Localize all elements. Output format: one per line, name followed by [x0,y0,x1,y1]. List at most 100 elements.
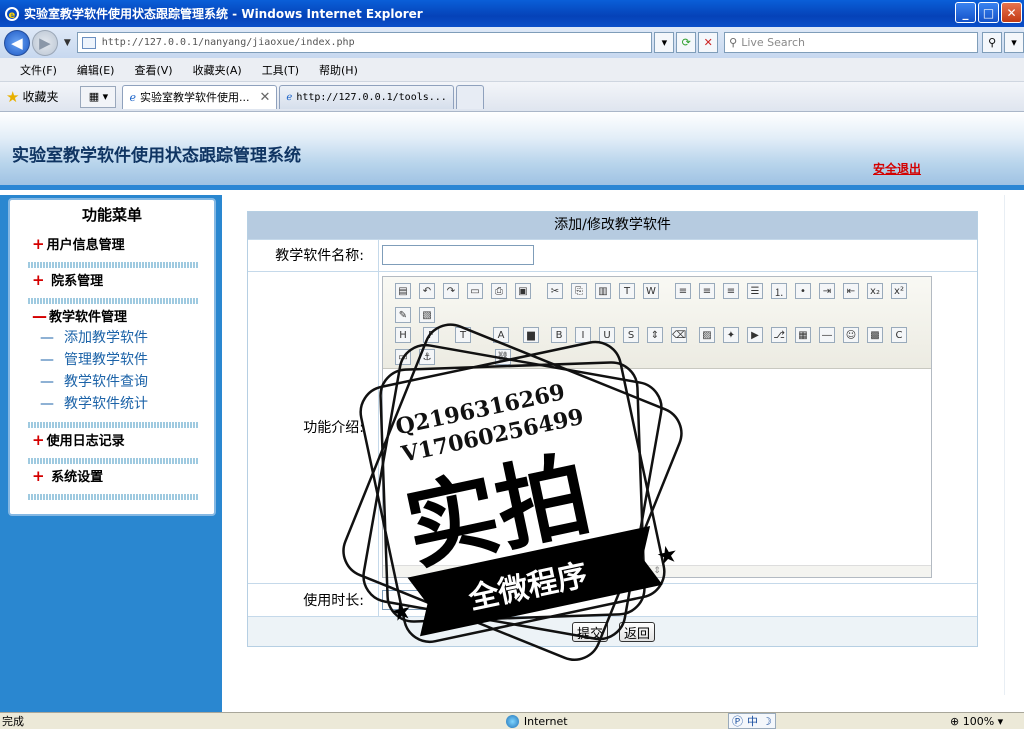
picture-icon[interactable]: ▩ [867,327,883,343]
subscript-icon[interactable]: x₂ [867,283,883,299]
search-input[interactable]: ⚲ Live Search [724,32,979,53]
menu-view[interactable]: 查看(V) [134,62,172,78]
source-icon[interactable]: ▤ [395,283,411,299]
menu-item-label: 教学软件查询 [64,374,148,390]
attachment-icon[interactable]: ⎇ [771,327,787,343]
history-dropdown-icon[interactable]: ▼ [64,38,71,48]
ordered-list-icon[interactable]: ⒈ [771,283,787,299]
menu-item-stats-software[interactable]: — 教学软件统计 [10,393,214,415]
address-field[interactable]: http://127.0.0.1/nanyang/jiaoxue/index.p… [76,32,653,53]
template-icon[interactable]: ▣ [515,283,531,299]
favorites-label[interactable]: 收藏夹 [22,88,58,105]
select-all-icon[interactable]: ▧ [419,307,435,323]
dash-bullet: — [40,396,54,412]
eraser-icon[interactable]: ⌫ [671,327,687,343]
menu-item-manage-software[interactable]: — 管理教学软件 [10,349,214,371]
code-icon[interactable]: C [891,327,907,343]
forward-button[interactable]: ▶ [31,29,58,56]
menu-edit[interactable]: 编辑(E) [77,62,115,78]
paste-word-icon[interactable]: W [643,283,659,299]
status-bar: 完成 Ⓟ 中 ☽ Internet ⊕ 100% ▾ [0,712,1024,729]
bold-icon[interactable]: B [551,327,567,343]
quick-tabs-icon[interactable]: ▦ ▾ [80,85,117,108]
superscript-icon[interactable]: x² [891,283,907,299]
menu-help[interactable]: 帮助(H) [319,62,358,78]
rich-text-editor[interactable]: ▤ ↶ ↷ ▭ ⎙ ▣ ✂ ⎘ ▥ T W ≡ ≡ ≡ ☰ ⒈ • ⇥ ⇤ x₂ [382,276,932,578]
dash-bullet: — [40,330,54,346]
new-tab-button[interactable] [455,84,484,109]
logout-link[interactable]: 安全退出 [873,160,921,177]
unordered-list-icon[interactable]: • [795,283,811,299]
align-justify-icon[interactable]: ☰ [747,283,763,299]
align-right-icon[interactable]: ≡ [723,283,739,299]
table-icon[interactable]: ▦ [795,327,811,343]
align-left-icon[interactable]: ≡ [675,283,691,299]
duration-input[interactable] [382,590,534,610]
menu-section-users[interactable]: + 用户信息管理 [10,234,214,253]
flash-icon[interactable]: ✦ [723,327,739,343]
outdent-icon[interactable]: ⇤ [843,283,859,299]
indent-icon[interactable]: ⇥ [819,283,835,299]
anchor-icon[interactable]: ⚓ [419,349,435,365]
menu-file[interactable]: 文件(F) [20,62,57,78]
favorites-star-icon[interactable]: ★ [6,88,19,106]
menu-section-label: 教学软件管理 [49,310,128,325]
ime-toolbar[interactable]: Ⓟ 中 ☽ [728,713,776,729]
menu-item-query-software[interactable]: — 教学软件查询 [10,371,214,393]
font-family-icon[interactable]: F [423,327,439,343]
preview-icon[interactable]: ▭ [467,283,483,299]
menu-tools[interactable]: 工具(T) [262,62,299,78]
submit-button[interactable]: 提交 [572,622,609,642]
cut-icon[interactable]: ✂ [547,283,563,299]
highlight-icon[interactable]: ▆ [523,327,539,343]
hr-icon[interactable]: ― [819,327,835,343]
menu-section-logs[interactable]: + 使用日志记录 [10,430,214,449]
minimize-button[interactable]: _ [955,2,976,23]
image-icon[interactable]: ▨ [699,327,715,343]
address-dropdown-icon[interactable]: ▾ [654,32,675,53]
paste-text-icon[interactable]: T [619,283,635,299]
refresh-icon[interactable]: ⟳ [676,32,697,53]
menu-section-departments[interactable]: + 院系管理 [10,270,214,289]
align-center-icon[interactable]: ≡ [699,283,715,299]
close-window-button[interactable]: ✕ [1001,2,1022,23]
maximize-button[interactable]: □ [978,2,999,23]
print-icon[interactable]: ⎙ [491,283,507,299]
menu-divider [28,422,198,428]
line-height-icon[interactable]: ⇕ [647,327,663,343]
menu-section-settings[interactable]: + 系统设置 [10,466,214,485]
tab-inactive[interactable]: ℯ http://127.0.0.1/tools... [279,84,454,109]
text-color-icon[interactable]: A [493,327,509,343]
copy-icon[interactable]: ⎘ [571,283,587,299]
tab-label: http://127.0.0.1/tools... [296,91,447,103]
pagebreak-icon[interactable]: ▭ [395,349,411,365]
tab-close-icon[interactable]: ✕ [259,90,270,105]
menu-item-label: 管理教学软件 [64,352,148,368]
redo-icon[interactable]: ↷ [443,283,459,299]
emoticon-icon[interactable]: ☺ [843,327,859,343]
clear-format-icon[interactable]: ✎ [395,307,411,323]
media-icon[interactable]: ▶ [747,327,763,343]
italic-icon[interactable]: I [575,327,591,343]
stop-icon[interactable]: ✕ [698,32,719,53]
undo-icon[interactable]: ↶ [419,283,435,299]
security-zone[interactable]: Internet [505,714,626,728]
font-size-icon[interactable]: T [455,327,471,343]
zoom-control[interactable]: ⊕ 100% ▾ [950,715,1003,728]
search-go-icon[interactable]: ⚲ [982,32,1003,53]
paste-icon[interactable]: ▥ [595,283,611,299]
search-options-icon[interactable]: ▾ [1004,32,1024,53]
strikethrough-icon[interactable]: S [623,327,639,343]
heading-icon[interactable]: H [395,327,411,343]
menu-section-software[interactable]: — 教学软件管理 — 添加教学软件 — 管理教学软件 — 教学软件查询 — 教学软件统计 [10,306,214,415]
back-button[interactable]: ◀ [4,29,30,56]
link-icon[interactable]: ⛓ [495,349,511,365]
expand-icon: + [32,235,45,253]
menu-item-add-software[interactable]: — 添加教学软件 [10,327,214,349]
editor-resize-handle[interactable]: ⇕ [383,565,931,577]
underline-icon[interactable]: U [599,327,615,343]
software-name-input[interactable] [382,245,534,265]
menu-favorites[interactable]: 收藏夹(A) [193,62,242,78]
back-button[interactable]: 返回 [619,622,656,642]
tab-active[interactable]: ℯ 实验室教学软件使用... ✕ [122,84,278,109]
